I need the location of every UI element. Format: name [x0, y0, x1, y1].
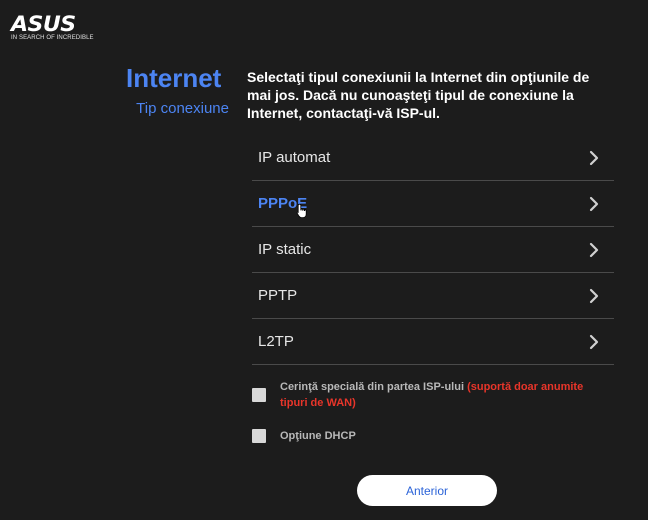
dhcp-option-label: Opţiune DHCP — [280, 430, 356, 442]
isp-special-requirement-text: Cerinţă specială din partea ISP-ului — [280, 381, 464, 393]
dhcp-option-checkbox[interactable] — [252, 429, 266, 443]
isp-special-requirement-checkbox[interactable] — [252, 388, 266, 402]
connection-option-label: L2TP — [258, 333, 294, 350]
asus-logo: ASUS IN SEARCH OF INCREDIBLE — [11, 14, 94, 42]
connection-option-label: IP static — [258, 241, 312, 258]
connection-option-ip-automat[interactable]: IP automat — [252, 135, 614, 181]
chevron-right-icon — [589, 150, 599, 165]
connection-option-pppoe[interactable]: PPPoE — [252, 181, 614, 227]
connection-type-list: IP automat PPPoE IP static PPTP L2TP — [252, 135, 614, 365]
connection-option-l2tp[interactable]: L2TP — [252, 319, 614, 365]
back-button[interactable]: Anterior — [357, 475, 497, 506]
connection-option-pptp[interactable]: PPTP — [252, 273, 614, 319]
connection-option-label: PPTP — [258, 287, 298, 304]
instructions-text: Selectaţi tipul conexiunii la Internet d… — [247, 69, 590, 121]
dhcp-option: Opţiune DHCP — [252, 428, 606, 444]
isp-special-requirement-label: Cerinţă specială din partea ISP-ului (su… — [280, 379, 606, 411]
isp-special-requirement-option: Cerinţă specială din partea ISP-ului (su… — [252, 379, 606, 411]
logo-wordmark: ASUS — [11, 12, 76, 36]
chevron-right-icon — [589, 288, 599, 303]
connection-option-label: IP automat — [258, 149, 331, 166]
chevron-right-icon — [589, 196, 599, 211]
connection-option-ip-static[interactable]: IP static — [252, 227, 614, 273]
hand-cursor-icon — [296, 203, 307, 218]
chevron-right-icon — [589, 334, 599, 349]
page-subtitle: Tip conexiune — [136, 100, 229, 117]
chevron-right-icon — [589, 242, 599, 257]
page-title: Internet — [126, 63, 222, 93]
